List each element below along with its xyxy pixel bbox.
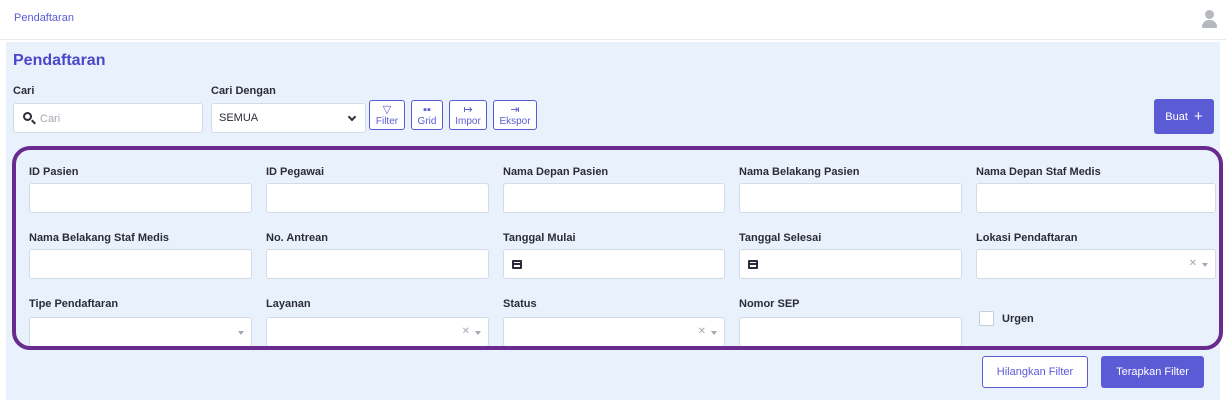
main-panel: Pendaftaran Cari Cari Dengan SEMUA ▽ Fil… — [6, 42, 1223, 400]
filter-label-lokasi: Lokasi Pendaftaran — [976, 232, 1078, 244]
nama-belakang-staf-input[interactable] — [29, 249, 252, 279]
import-button-label: Impor — [455, 116, 481, 127]
breadcrumb[interactable]: Pendaftaran — [14, 12, 74, 24]
search-icon — [23, 112, 32, 121]
plus-icon: + — [1193, 108, 1203, 125]
filter-label-nomor-sep: Nomor SEP — [739, 298, 800, 310]
top-bar: Pendaftaran — [0, 0, 1226, 40]
layanan-select[interactable]: ✕ — [266, 317, 489, 346]
caret-down-icon[interactable] — [475, 331, 481, 335]
chevron-down-icon — [347, 112, 357, 122]
search-by-label: Cari Dengan — [211, 85, 276, 97]
caret-down-icon[interactable] — [711, 331, 717, 335]
filter-icon: ▽ — [382, 104, 392, 116]
filter-button-label: Filter — [375, 116, 399, 127]
calendar-icon[interactable] — [748, 260, 758, 269]
export-button[interactable]: ⇥ Ekspor — [493, 100, 537, 130]
id-pegawai-input[interactable] — [266, 183, 489, 213]
page-title: Pendaftaran — [13, 52, 106, 69]
nomor-sep-input[interactable] — [739, 317, 962, 346]
filter-label-tanggal-selesai: Tanggal Selesai — [739, 232, 822, 244]
filter-label-layanan: Layanan — [266, 298, 311, 310]
export-button-label: Ekspor — [499, 116, 531, 127]
filter-label-nama-depan-pasien: Nama Depan Pasien — [503, 166, 609, 178]
import-icon: ↦ — [463, 104, 473, 116]
nama-depan-pasien-input[interactable] — [503, 183, 725, 213]
filter-label-nama-depan-staf: Nama Depan Staf Medis — [976, 166, 1101, 178]
nama-depan-staf-input[interactable] — [976, 183, 1216, 213]
create-button[interactable]: Buat + — [1154, 99, 1214, 134]
create-button-label: Buat — [1165, 111, 1188, 123]
lokasi-pendaftaran-select[interactable]: ✕ — [976, 249, 1216, 279]
status-select[interactable]: ✕ — [503, 317, 725, 346]
user-avatar-icon[interactable] — [1202, 10, 1217, 28]
nama-belakang-pasien-input[interactable] — [739, 183, 962, 213]
search-input[interactable] — [40, 110, 190, 128]
filter-label-tanggal-mulai: Tanggal Mulai — [503, 232, 576, 244]
grid-button[interactable]: ▪▪ Grid — [411, 100, 443, 130]
search-field[interactable] — [13, 103, 203, 133]
search-by-value: SEMUA — [219, 112, 259, 124]
apply-filter-button[interactable]: Terapkan Filter — [1101, 356, 1204, 388]
id-pasien-input[interactable] — [29, 183, 252, 213]
clear-icon[interactable]: ✕ — [462, 326, 470, 337]
clear-icon[interactable]: ✕ — [1189, 258, 1197, 269]
no-antrean-input[interactable] — [266, 249, 489, 279]
caret-down-icon[interactable] — [238, 331, 244, 335]
caret-down-icon[interactable] — [1202, 263, 1208, 267]
search-label: Cari — [13, 85, 35, 97]
urgen-label[interactable]: Urgen — [1002, 313, 1034, 325]
tanggal-mulai-input[interactable] — [503, 249, 725, 279]
filter-label-nama-belakang-staf: Nama Belakang Staf Medis — [29, 232, 169, 244]
filter-label-id-pegawai: ID Pegawai — [266, 166, 325, 178]
tanggal-selesai-input[interactable] — [739, 249, 962, 279]
filter-label-status: Status — [503, 298, 537, 310]
grid-icon: ▪▪ — [423, 104, 431, 116]
grid-button-label: Grid — [417, 116, 437, 127]
filter-label-tipe: Tipe Pendaftaran — [29, 298, 119, 310]
import-button[interactable]: ↦ Impor — [449, 100, 487, 130]
clear-filter-button[interactable]: Hilangkan Filter — [982, 356, 1088, 388]
clear-icon[interactable]: ✕ — [698, 326, 706, 337]
filter-label-id-pasien: ID Pasien — [29, 166, 79, 178]
search-by-select[interactable]: SEMUA — [211, 103, 366, 133]
filter-form: ID Pasien ID Pegawai Nama Depan Pasien N… — [12, 146, 1223, 350]
calendar-icon[interactable] — [512, 260, 522, 269]
export-icon: ⇥ — [510, 104, 520, 116]
filter-label-no-antrean: No. Antrean — [266, 232, 328, 244]
urgen-checkbox[interactable] — [979, 311, 994, 326]
tipe-pendaftaran-select[interactable] — [29, 317, 252, 346]
filter-label-nama-belakang-pasien: Nama Belakang Pasien — [739, 166, 860, 178]
filter-button[interactable]: ▽ Filter — [369, 100, 405, 130]
